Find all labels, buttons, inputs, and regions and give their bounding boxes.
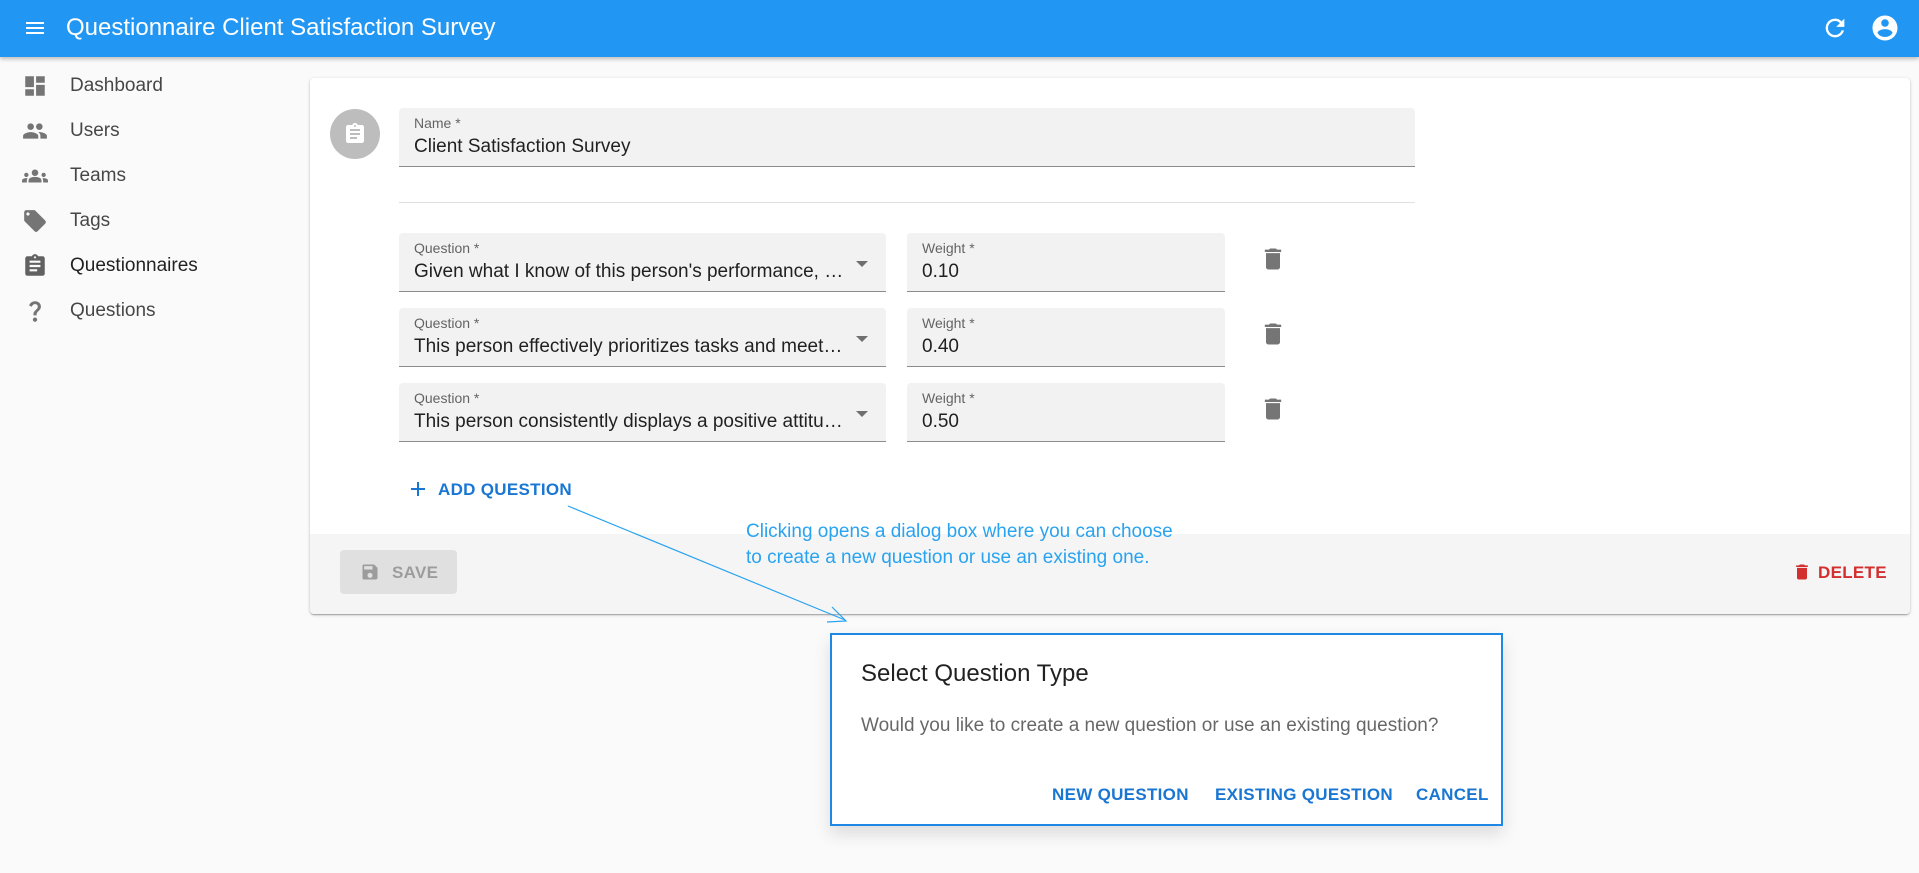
page-title: Questionnaire Client Satisfaction Survey xyxy=(66,14,496,41)
weight-field[interactable]: Weight * 0.10 xyxy=(907,233,1225,292)
weight-field-value: 0.50 xyxy=(922,411,959,432)
trash-icon xyxy=(1264,248,1282,270)
trash-icon xyxy=(1264,398,1282,420)
question-select[interactable]: Question * This person effectively prior… xyxy=(399,308,886,367)
sidebar-item-teams[interactable]: Teams xyxy=(0,153,300,198)
trash-icon xyxy=(1792,562,1812,587)
cancel-button[interactable]: CANCEL xyxy=(1416,785,1489,805)
question-mark-icon xyxy=(22,298,48,324)
chevron-down-icon xyxy=(856,261,868,267)
delete-label: DELETE xyxy=(1818,563,1887,582)
weight-field-value: 0.40 xyxy=(922,336,959,357)
save-button[interactable]: SAVE xyxy=(340,550,457,594)
question-select-value: This person effectively prioritizes task… xyxy=(414,336,846,357)
menu-icon[interactable] xyxy=(22,16,48,40)
sidebar-item-users[interactable]: Users xyxy=(0,108,300,153)
dialog-title: Select Question Type xyxy=(861,660,1089,687)
refresh-icon[interactable] xyxy=(1821,14,1849,42)
weight-field[interactable]: Weight * 0.40 xyxy=(907,308,1225,367)
question-select-label: Question * xyxy=(414,315,480,331)
divider xyxy=(399,202,1415,203)
dialog-text: Would you like to create a new question … xyxy=(861,715,1439,736)
delete-button[interactable]: DELETE xyxy=(1782,552,1888,592)
tag-icon xyxy=(22,208,48,234)
people-icon xyxy=(22,118,48,144)
avatar xyxy=(330,109,380,159)
sidebar-item-label: Users xyxy=(70,120,120,141)
delete-question-button[interactable] xyxy=(1259,245,1287,273)
sidebar-item-label: Tags xyxy=(70,210,111,231)
sidebar-item-label: Questions xyxy=(70,300,156,321)
dashboard-icon xyxy=(22,73,48,99)
existing-question-button[interactable]: EXISTING QUESTION xyxy=(1215,785,1393,805)
new-question-button[interactable]: NEW QUESTION xyxy=(1052,785,1189,805)
weight-field-label: Weight * xyxy=(922,315,975,331)
question-select-label: Question * xyxy=(414,240,480,256)
weight-field-label: Weight * xyxy=(922,240,975,256)
delete-question-button[interactable] xyxy=(1259,395,1287,423)
app-bar: Questionnaire Client Satisfaction Survey xyxy=(0,0,1919,57)
sidebar-item-questionnaires[interactable]: Questionnaires xyxy=(0,243,300,288)
sidebar-item-questions[interactable]: Questions xyxy=(0,288,300,333)
weight-field-value: 0.10 xyxy=(922,261,959,282)
weight-field-label: Weight * xyxy=(922,390,975,406)
assignment-icon xyxy=(346,123,364,143)
weight-field[interactable]: Weight * 0.50 xyxy=(907,383,1225,442)
question-select[interactable]: Question * Given what I know of this per… xyxy=(399,233,886,292)
add-question-label: ADD QUESTION xyxy=(438,480,572,499)
delete-question-button[interactable] xyxy=(1259,320,1287,348)
assignment-icon xyxy=(22,253,48,279)
sidebar-item-label: Teams xyxy=(70,165,126,186)
plus-icon xyxy=(406,477,430,506)
question-select-value: This person consistently displays a posi… xyxy=(414,411,846,432)
sidebar-item-label: Dashboard xyxy=(70,75,163,96)
save-icon xyxy=(360,562,380,587)
annotation-callout: Clicking opens a dialog box where you ca… xyxy=(746,519,1226,571)
chevron-down-icon xyxy=(856,411,868,417)
save-label: SAVE xyxy=(392,563,439,582)
question-select-label: Question * xyxy=(414,390,480,406)
question-select[interactable]: Question * This person consistently disp… xyxy=(399,383,886,442)
name-field-value: Client Satisfaction Survey xyxy=(414,136,631,157)
annotation-line: Clicking opens a dialog box where you ca… xyxy=(746,521,1173,542)
annotation-line: to create a new question or use an exist… xyxy=(746,547,1150,568)
chevron-down-icon xyxy=(856,336,868,342)
question-select-value: Given what I know of this person's perfo… xyxy=(414,261,846,282)
sidebar-item-dashboard[interactable]: Dashboard xyxy=(0,63,300,108)
name-field[interactable]: Name * Client Satisfaction Survey xyxy=(399,108,1415,167)
account-circle-icon[interactable] xyxy=(1870,13,1900,43)
trash-icon xyxy=(1264,323,1282,345)
groups-icon xyxy=(22,163,48,189)
name-field-label: Name * xyxy=(414,115,461,131)
select-question-type-dialog: Select Question Type Would you like to c… xyxy=(830,633,1503,826)
sidebar-item-label: Questionnaires xyxy=(70,255,198,276)
sidebar-item-tags[interactable]: Tags xyxy=(0,198,300,243)
